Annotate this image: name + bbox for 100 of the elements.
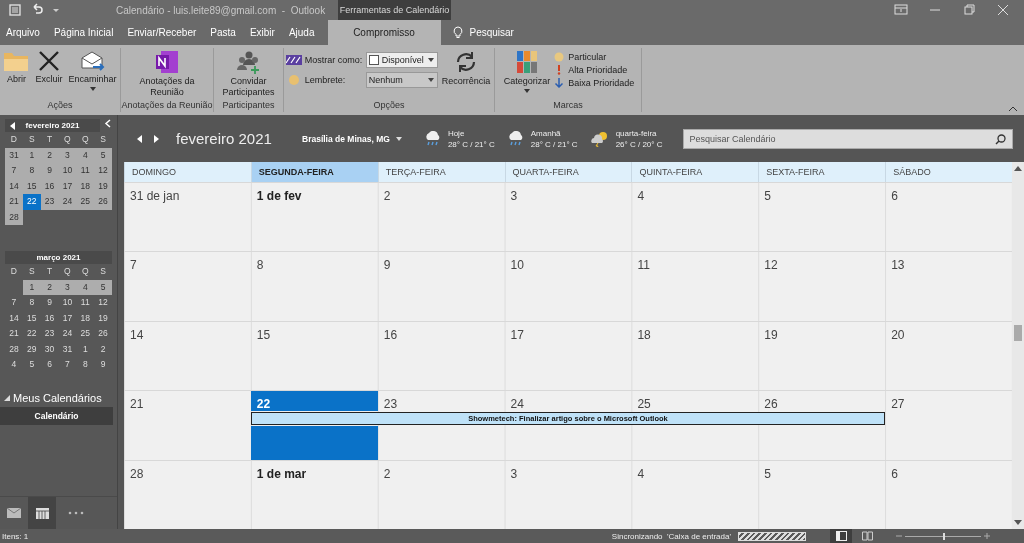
mini-calendar-day[interactable]: 12 xyxy=(94,163,112,179)
day-cell[interactable]: 26 xyxy=(758,391,886,412)
day-cell[interactable]: 12 xyxy=(758,252,886,273)
day-cell[interactable]: 1 de mar xyxy=(250,460,378,481)
day-cell[interactable]: 13 xyxy=(885,252,1012,273)
day-cell[interactable]: 5 xyxy=(758,183,886,203)
day-cell[interactable]: 24 xyxy=(504,391,632,412)
day-cell[interactable]: 4 xyxy=(631,183,759,203)
mini-calendar-day[interactable]: 19 xyxy=(94,310,112,326)
day-cell[interactable]: 3 xyxy=(504,183,632,203)
day-cell[interactable]: 22 xyxy=(250,391,378,412)
mini-calendar-day[interactable]: 4 xyxy=(76,279,95,295)
ribbon-button[interactable]: Abrir xyxy=(1,48,32,85)
mini-calendar-day[interactable]: 26 xyxy=(94,326,112,342)
ribbon-button[interactable]: Convidar Participantes xyxy=(214,48,283,98)
mini-calendar-day[interactable]: 7 xyxy=(5,295,23,311)
mini-calendar-day[interactable]: 22 xyxy=(22,326,41,342)
day-cell[interactable]: 15 xyxy=(250,321,378,342)
day-cell[interactable]: 18 xyxy=(631,321,759,342)
day-cell[interactable]: 4 xyxy=(631,460,759,481)
menu-tab[interactable]: Ajuda xyxy=(282,20,323,45)
mini-calendar-day[interactable]: 3 xyxy=(58,279,77,295)
menu-tab[interactable]: Exibir xyxy=(243,20,283,45)
day-cell[interactable]: 25 xyxy=(631,391,759,412)
day-cell[interactable]: 6 xyxy=(885,183,1012,203)
day-cell[interactable]: 1 de fev xyxy=(250,183,378,203)
day-cell[interactable]: 9 xyxy=(377,252,505,273)
mini-calendar-day[interactable]: 4 xyxy=(5,357,23,373)
ribbon-button[interactable]: Encaminhar xyxy=(66,48,119,91)
mini-calendar-day[interactable]: 26 xyxy=(94,194,112,210)
day-cell[interactable]: 11 xyxy=(631,252,759,273)
search-field[interactable]: Pesquisar Calendário xyxy=(682,128,1013,149)
menu-tab[interactable]: Pasta xyxy=(204,20,244,45)
day-cell[interactable]: 3 xyxy=(504,460,632,481)
mini-calendar-day[interactable]: 5 xyxy=(94,279,112,295)
mini-calendar-day[interactable]: 9 xyxy=(94,357,112,373)
location-dropdown[interactable]: Brasília de Minas, MG xyxy=(296,132,408,145)
folder-item[interactable]: Calendário xyxy=(0,406,113,425)
mini-calendar-day[interactable]: 28 xyxy=(5,341,23,357)
mini-calendar-day[interactable]: 1 xyxy=(22,147,41,163)
mini-calendar-day[interactable]: 8 xyxy=(76,357,95,373)
day-cell[interactable]: 14 xyxy=(124,321,251,342)
mini-calendar-day[interactable]: 7 xyxy=(58,357,77,373)
tell-me-button[interactable]: Pesquisar xyxy=(447,20,522,45)
day-cell[interactable]: 19 xyxy=(758,321,886,342)
menu-tab[interactable]: Arquivo xyxy=(0,20,48,45)
ribbon-small-button[interactable]: Baixa Prioridade xyxy=(554,78,635,88)
reminder-dropdown[interactable]: Nenhum xyxy=(365,72,438,88)
day-cell[interactable]: 7 xyxy=(124,252,251,273)
menu-tab[interactable]: Enviar/Receber xyxy=(121,20,205,45)
mini-calendar-day[interactable]: 17 xyxy=(58,310,77,326)
menu-tab[interactable]: Página Inicial xyxy=(47,20,122,45)
mini-calendar-day[interactable]: 1 xyxy=(22,279,41,295)
mini-calendar-day[interactable]: 5 xyxy=(22,357,41,373)
mini-calendar-day[interactable]: 4 xyxy=(76,147,95,163)
menu-tab[interactable]: Compromisso xyxy=(328,20,442,45)
folder-group-header[interactable]: Meus Calendários xyxy=(0,388,117,407)
mini-calendar-day[interactable]: 23 xyxy=(40,326,59,342)
mini-calendar-day[interactable]: 18 xyxy=(76,310,95,326)
day-cell[interactable]: 10 xyxy=(504,252,632,273)
mini-calendar-day[interactable]: 14 xyxy=(5,310,23,326)
day-cell[interactable]: 2 xyxy=(377,460,505,481)
mini-calendar-day[interactable]: 16 xyxy=(40,310,59,326)
show-as-dropdown[interactable]: Disponível xyxy=(365,52,438,68)
ribbon-button[interactable]: Anotações da Reunião xyxy=(132,48,202,98)
day-cell[interactable]: 23 xyxy=(377,391,505,412)
day-cell[interactable]: 16 xyxy=(377,321,505,342)
mini-calendar-day[interactable]: 7 xyxy=(5,163,23,179)
mini-calendar-day[interactable]: 31 xyxy=(58,341,77,357)
ribbon-button[interactable]: Recorrência xyxy=(439,48,493,87)
mini-calendar-day[interactable]: 25 xyxy=(76,326,95,342)
mini-calendar-day[interactable]: 21 xyxy=(5,194,23,210)
day-cell[interactable]: 5 xyxy=(758,460,886,481)
mini-calendar-day[interactable]: 31 xyxy=(5,147,23,163)
ribbon-small-button[interactable]: Particular xyxy=(554,52,635,62)
mini-calendar-day[interactable]: 6 xyxy=(40,357,59,373)
day-cell[interactable]: 27 xyxy=(885,391,1012,412)
mini-calendar-day[interactable]: 10 xyxy=(58,295,77,311)
mini-calendar-day[interactable]: 8 xyxy=(22,295,41,311)
mini-calendar-day[interactable]: 11 xyxy=(76,163,95,179)
ribbon-button[interactable]: Excluir xyxy=(33,48,65,85)
mini-calendar-day[interactable]: 21 xyxy=(5,326,23,342)
mini-calendar-day[interactable]: 30 xyxy=(40,341,59,357)
mini-calendar-day[interactable]: 2 xyxy=(40,147,59,163)
day-cell[interactable]: 2 xyxy=(377,183,505,203)
day-cell[interactable]: 17 xyxy=(504,321,632,342)
mini-calendar-day[interactable]: 5 xyxy=(94,147,112,163)
mini-calendar-day[interactable]: 9 xyxy=(40,295,59,311)
mini-calendar-day[interactable]: 29 xyxy=(22,341,41,357)
day-cell[interactable]: 6 xyxy=(885,460,1012,481)
mini-calendar-day[interactable]: 3 xyxy=(58,147,77,163)
mini-calendar-day[interactable]: 1 xyxy=(76,341,95,357)
day-cell[interactable]: 8 xyxy=(250,252,378,273)
day-cell[interactable]: 28 xyxy=(124,460,251,481)
mini-calendar-day[interactable]: 2 xyxy=(94,341,112,357)
mini-calendar-day[interactable]: 2 xyxy=(40,279,59,295)
day-cell[interactable]: 21 xyxy=(124,391,251,412)
mini-calendar-day[interactable]: 24 xyxy=(58,326,77,342)
ribbon-small-button[interactable]: Alta Prioridade xyxy=(554,65,635,75)
day-cell[interactable]: 31 de jan xyxy=(124,183,251,203)
